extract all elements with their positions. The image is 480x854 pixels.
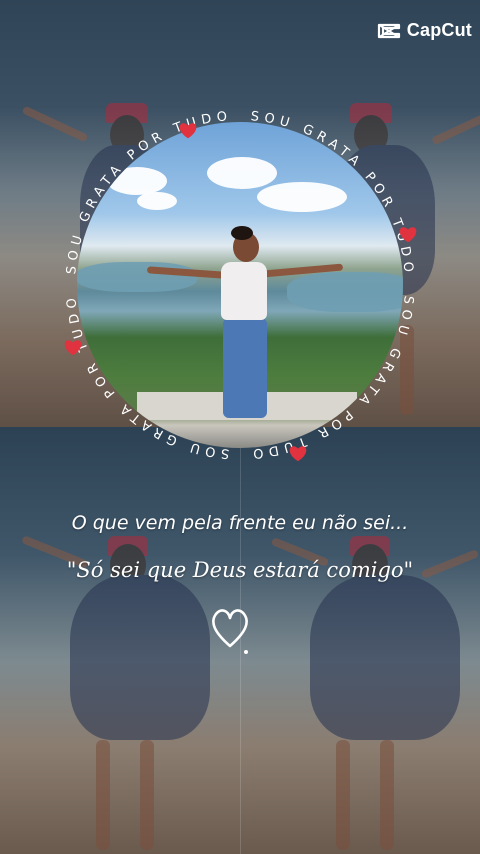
ring-text-4: SOU GRATA POR TUDO: [64, 292, 230, 461]
capcut-logo-text: CapCut: [406, 20, 472, 40]
ring-text-3: SOU GRATA POR TUDO: [247, 295, 416, 461]
circular-text-ring: SOU GRATA POR TUDO SOU GRATA POR TUDO SO…: [64, 109, 417, 462]
decorative-dot: [244, 650, 248, 654]
heart-icon: [64, 340, 82, 356]
quote-line-2: "Só sei que Deus estará comigo": [66, 558, 414, 582]
ring-text-1: SOU GRATA POR TUDO: [64, 109, 233, 275]
heart-outline-icon: [212, 609, 248, 648]
quote-line-1: O que vem pela frente eu não sei...: [71, 512, 409, 534]
capcut-logo-icon: [377, 23, 400, 38]
circular-photo-frame: SOU GRATA POR TUDO SOU GRATA POR TUDO SO…: [60, 105, 420, 465]
capcut-watermark: CapCut: [377, 20, 472, 41]
ring-text-2: SOU GRATA POR TUDO: [250, 109, 416, 278]
